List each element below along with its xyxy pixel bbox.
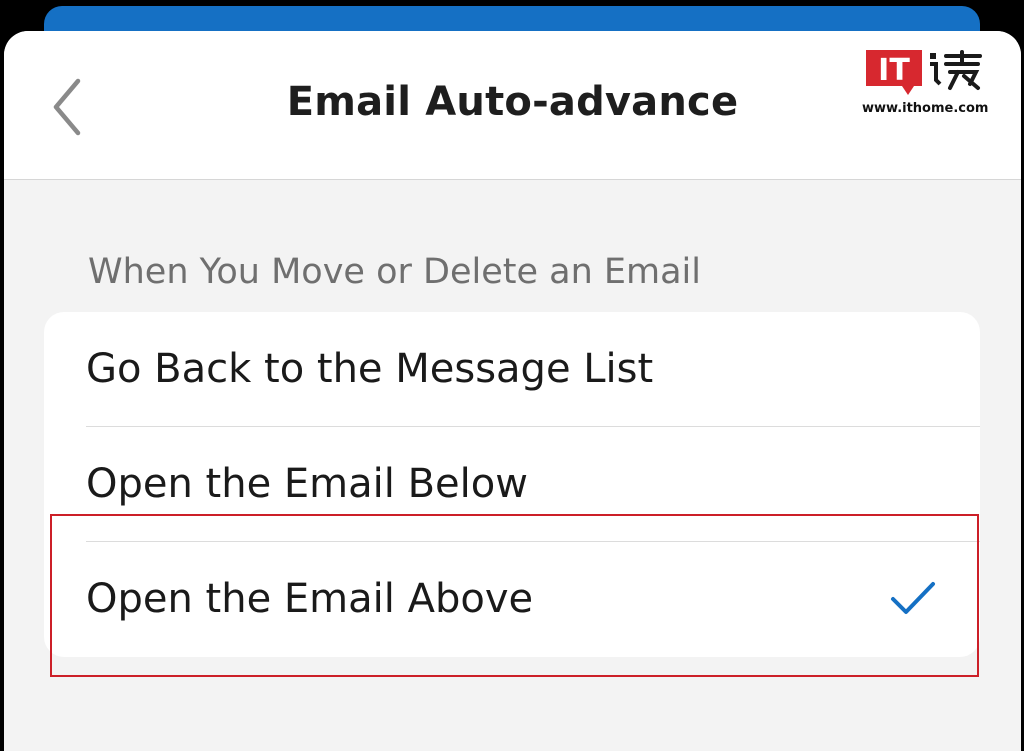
logo-url: www.ithome.com	[862, 101, 989, 116]
ithome-logo: IT www.ithome.com	[862, 50, 988, 122]
svg-text:IT: IT	[878, 53, 910, 88]
option-go-back-to-message-list[interactable]: Go Back to the Message List	[44, 312, 980, 427]
options-list: Go Back to the Message List Open the Ema…	[44, 312, 980, 657]
settings-sheet: Email Auto-advance When You Move or Dele…	[4, 31, 1021, 751]
option-open-email-below[interactable]: Open the Email Below	[44, 427, 980, 542]
checkmark-icon	[891, 582, 935, 614]
option-label: Open the Email Below	[86, 461, 528, 507]
ithome-logo-mark: IT	[866, 50, 982, 95]
option-label: Open the Email Above	[86, 576, 534, 622]
section-header: When You Move or Delete an Email	[88, 252, 701, 292]
option-open-email-above[interactable]: Open the Email Above	[44, 542, 980, 657]
option-label: Go Back to the Message List	[86, 346, 654, 392]
